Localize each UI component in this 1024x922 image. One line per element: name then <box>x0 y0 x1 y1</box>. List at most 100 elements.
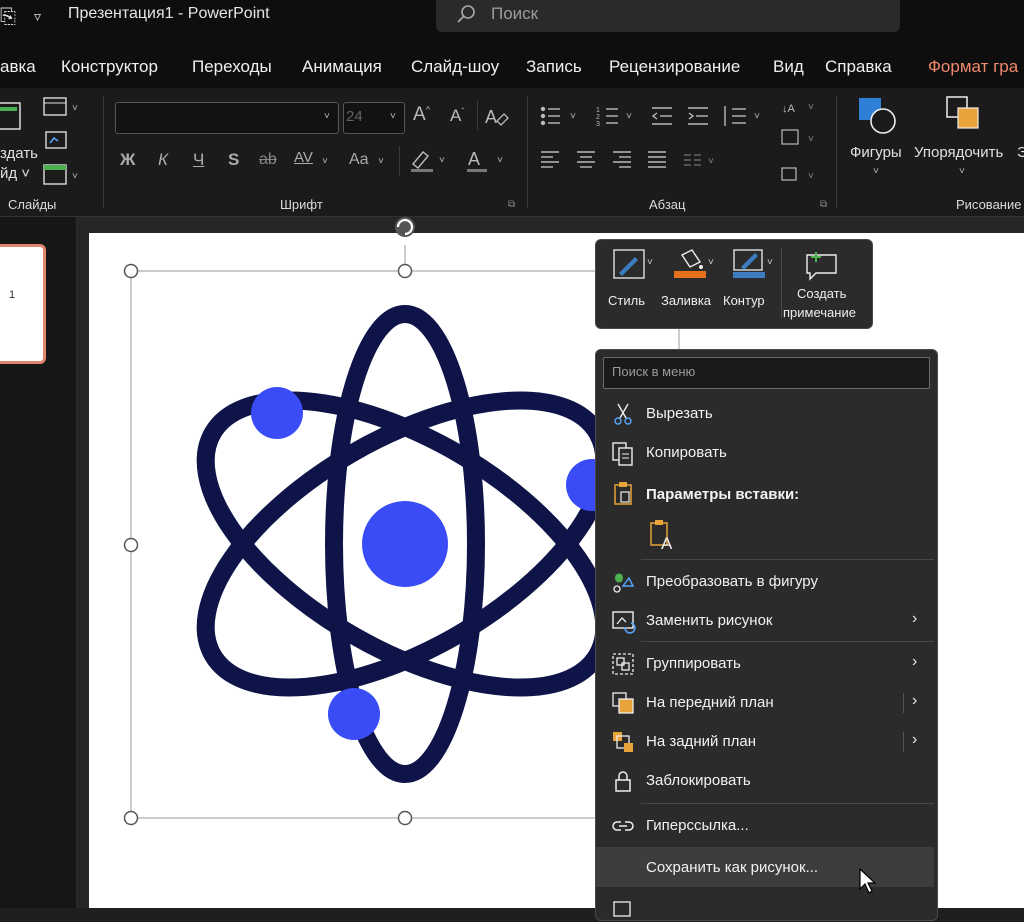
menu-item-convert-to-shape[interactable]: Преобразовать в фигуру <box>646 573 818 590</box>
tab-shape-format[interactable]: Формат гра <box>928 57 1018 77</box>
char-spacing-button[interactable]: AV <box>294 149 313 166</box>
chevron-right-icon: › <box>912 653 918 670</box>
new-slide-label-2[interactable]: йд ˅ <box>0 165 30 182</box>
quick-access-dropdown-icon[interactable]: ▿ <box>34 8 41 25</box>
menu-separator <box>641 641 934 642</box>
decrease-indent-icon <box>651 107 672 125</box>
context-menu <box>595 349 938 921</box>
font-color-icon[interactable]: A ˅ <box>465 146 509 174</box>
split-divider <box>903 732 904 752</box>
chevron-down-icon: ˅ <box>322 156 328 167</box>
arrange-icon[interactable] <box>944 94 988 138</box>
underline-button[interactable]: Ч <box>193 150 204 170</box>
tab-insert[interactable]: авка <box>0 57 36 77</box>
menu-item-lock[interactable]: Заблокировать <box>646 772 751 789</box>
svg-text:↓A: ↓A <box>782 103 796 115</box>
tab-design[interactable]: Конструктор <box>61 57 158 77</box>
svg-text:˅: ˅ <box>439 155 445 166</box>
highlight-icon[interactable]: ˅ <box>409 146 449 174</box>
group-icon <box>612 653 634 675</box>
tab-record[interactable]: Запись <box>526 57 582 77</box>
svg-text:2: 2 <box>596 114 600 121</box>
group-label-font: Шрифт <box>280 197 323 212</box>
svg-text:˅: ˅ <box>72 171 78 182</box>
atom-electron <box>328 688 380 740</box>
menu-item-hyperlink[interactable]: Гиперссылка... <box>646 817 749 834</box>
svg-text:˅: ˅ <box>626 111 632 122</box>
strikethrough-button[interactable]: ab <box>259 151 277 169</box>
paragraph-dialog-launcher-icon[interactable]: ⧉ <box>820 199 827 210</box>
increase-indent-icon <box>688 107 708 125</box>
font-size-value: 24 <box>346 108 363 125</box>
menu-item-save-as-picture[interactable]: Сохранить как рисунок... <box>646 859 818 876</box>
atom-electron <box>251 387 303 439</box>
decrease-font-icon[interactable]: Aˇ <box>450 106 464 126</box>
menu-item-change-picture[interactable]: Заменить рисунок <box>646 612 772 629</box>
arrange-label[interactable]: Упорядочить <box>914 144 1003 161</box>
numbering-icon <box>606 108 618 124</box>
svg-text:˅: ˅ <box>808 134 814 145</box>
change-case-button[interactable]: Aa <box>349 151 369 169</box>
style-label[interactable]: Стиль <box>608 293 645 308</box>
layout-icon[interactable]: ˅ <box>42 96 86 118</box>
quick-styles-label-cut[interactable]: Э <box>1017 144 1024 161</box>
tab-help[interactable]: Справка <box>825 57 892 77</box>
outline-icon[interactable]: ˅ <box>731 247 777 283</box>
chevron-down-icon: ˅ <box>959 166 965 177</box>
tab-review[interactable]: Рецензирование <box>609 57 740 77</box>
shapes-icon[interactable] <box>855 94 899 138</box>
line-spacing-icon <box>724 106 746 126</box>
chevron-right-icon[interactable]: › <box>912 731 917 749</box>
slide-thumbnail[interactable] <box>0 244 46 364</box>
menu-item-bring-to-front[interactable]: На передний план <box>646 694 774 711</box>
increase-font-icon[interactable]: A^ <box>413 104 430 126</box>
svg-text:˅: ˅ <box>647 257 653 268</box>
svg-text:˅: ˅ <box>708 156 714 167</box>
split-divider <box>903 693 904 713</box>
menu-item-send-to-back[interactable]: На задний план <box>646 733 756 750</box>
font-name-dropdown[interactable] <box>115 102 339 134</box>
svg-text:˅: ˅ <box>754 111 760 122</box>
convert-to-shape-icon <box>613 573 635 593</box>
menu-item-group[interactable]: Группировать <box>646 655 741 672</box>
style-icon[interactable]: ˅ <box>611 247 657 283</box>
group-label-drawing: Рисование <box>956 197 1022 212</box>
shadow-button[interactable]: S <box>228 150 239 170</box>
svg-text:˅: ˅ <box>72 103 78 114</box>
svg-text:˅: ˅ <box>708 257 714 268</box>
tab-transitions[interactable]: Переходы <box>192 57 272 77</box>
next-item-icon <box>613 901 631 917</box>
tab-animations[interactable]: Анимация <box>302 57 382 77</box>
new-comment-label-1[interactable]: Создать <box>797 286 846 301</box>
powerpoint-app-icon[interactable]: ⎘ <box>0 6 16 29</box>
send-to-back-icon <box>613 732 633 752</box>
change-picture-icon <box>612 611 636 634</box>
chevron-right-icon[interactable]: › <box>912 692 917 710</box>
group-label-paragraph: Абзац <box>649 197 686 212</box>
shapes-label[interactable]: Фигуры <box>850 144 902 161</box>
clear-formatting-icon[interactable]: A <box>484 104 510 130</box>
chevron-down-icon: ˅ <box>390 111 396 122</box>
section-icon[interactable]: ˅ <box>42 163 86 187</box>
svg-text:˅: ˅ <box>570 111 576 122</box>
svg-text:˅: ˅ <box>497 155 503 166</box>
rotation-handle[interactable] <box>395 217 415 237</box>
text-direction-icons[interactable]: ↓A ˅ ˅ ˅ <box>778 94 822 186</box>
outline-label[interactable]: Контур <box>723 293 765 308</box>
tab-view[interactable]: Вид <box>773 57 804 77</box>
italic-button[interactable]: К <box>158 150 168 170</box>
menu-search-placeholder: Поиск в меню <box>612 364 696 379</box>
new-slide-icon[interactable] <box>0 100 24 132</box>
bold-button[interactable]: Ж <box>120 150 135 170</box>
tab-slideshow[interactable]: Слайд-шоу <box>411 57 499 77</box>
reset-slide-icon[interactable] <box>42 129 72 151</box>
fill-icon[interactable]: ˅ <box>672 247 718 283</box>
paste-keep-text-only-icon[interactable]: A <box>646 518 680 552</box>
fill-label[interactable]: Заливка <box>661 293 711 308</box>
new-comment-label-2[interactable]: примечание <box>783 305 856 320</box>
font-dialog-launcher-icon[interactable]: ⧉ <box>508 199 515 210</box>
menu-item-copy[interactable]: Копировать <box>646 444 727 461</box>
menu-item-cut[interactable]: Вырезать <box>646 405 713 422</box>
new-slide-label[interactable]: здать <box>0 145 38 162</box>
new-comment-icon[interactable] <box>804 249 840 281</box>
